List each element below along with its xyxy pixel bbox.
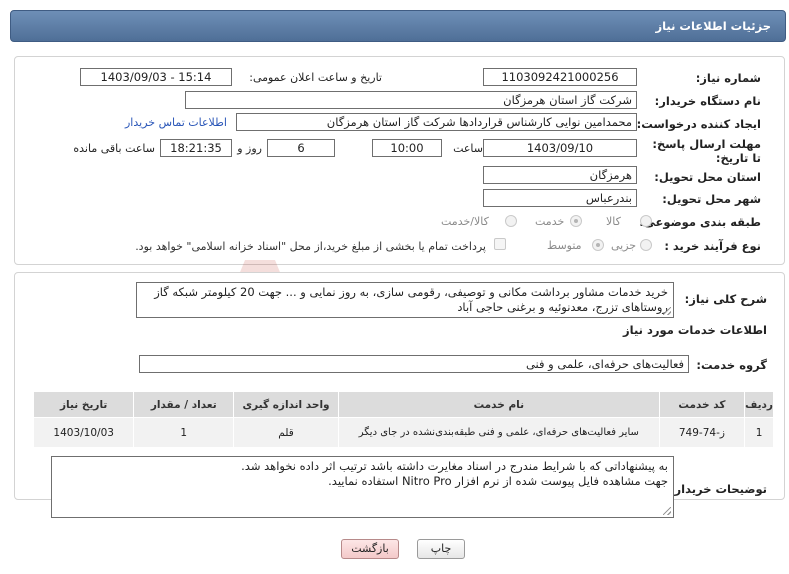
announce-date-label: تاریخ و ساعت اعلان عمومی: [249, 71, 382, 84]
buyer-contact-link[interactable]: اطلاعات تماس خریدار [125, 116, 227, 129]
cell-unit: قلم [233, 417, 339, 448]
buyer-notes-line-1: به پیشنهاداتی که با شرایط مندرج در اسناد… [241, 459, 668, 473]
days-remaining-field: 6 [267, 139, 335, 157]
process-minor-label: جزیی [611, 239, 637, 252]
category-service-radio[interactable] [570, 215, 582, 227]
buyer-org-label: نام دستگاه خریدار: [654, 94, 761, 108]
col-need-date: تاریخ نیاز [32, 391, 135, 418]
deadline-time-field: 10:00 [372, 139, 442, 157]
resize-handle-icon[interactable] [663, 307, 671, 315]
buyer-notes-line-2: جهت مشاهده فایل پیوست شده از نرم افزار N… [328, 474, 668, 488]
category-goods-service-radio[interactable] [505, 215, 517, 227]
table-row: 1403/10/03 1 قلم سایر فعالیت‌های حرفه‌ای… [32, 417, 774, 448]
process-type-label: نوع فرآیند خرید : [664, 239, 761, 253]
buyer-org-field: شرکت گاز استان هرمزگان [185, 91, 637, 109]
deadline-label: مهلت ارسال پاسخ: تا تاریخ: [652, 137, 761, 165]
category-goods-label: کالا [606, 215, 621, 228]
buyer-notes-label: توضیحات خریدار: [669, 482, 767, 496]
deadline-time-label: ساعت [453, 142, 483, 155]
process-minor-radio[interactable] [640, 239, 652, 251]
services-section-title: اطلاعات خدمات مورد نیاز [623, 323, 767, 337]
summary-text-content: خرید خدمات مشاور برداشت مکانی و توصیفی، … [154, 285, 668, 314]
service-group-label: گروه خدمت: [696, 358, 767, 372]
service-group-field: فعالیت‌های حرفه‌ای، علمی و فنی [139, 355, 689, 373]
city-field: بندرعباس [483, 189, 637, 207]
need-number-label: شماره نیاز: [695, 71, 761, 85]
services-table: تاریخ نیاز تعداد / مقدار واحد اندازه گیر… [32, 391, 774, 448]
services-table-header: تاریخ نیاز تعداد / مقدار واحد اندازه گیر… [32, 391, 774, 418]
city-label: شهر محل تحویل: [662, 192, 761, 206]
summary-label: شرح کلی نیاز: [684, 292, 767, 306]
cell-row-number: 1 [744, 417, 774, 448]
category-goods-service-label: کالا/خدمت [441, 215, 489, 228]
category-label: طبقه بندی موضوعی: [639, 215, 761, 229]
creator-label: ایجاد کننده درخواست: [636, 117, 761, 131]
process-medium-label: متوسط [547, 239, 582, 252]
cell-quantity: 1 [133, 417, 235, 448]
province-label: استان محل تحویل: [654, 170, 761, 184]
province-field: هرمزگان [483, 166, 637, 184]
print-button[interactable]: چاپ [417, 539, 465, 559]
category-service-label: خدمت [535, 215, 565, 228]
page-header: جزئیات اطلاعات نیاز [10, 10, 786, 42]
col-service-name: نام خدمت [337, 391, 660, 418]
cell-need-date: 1403/10/03 [32, 417, 135, 448]
cell-service-code: ز-74-749 [658, 417, 746, 448]
process-medium-radio[interactable] [592, 239, 604, 251]
col-service-code: کد خدمت [658, 391, 746, 418]
deadline-date-field: 1403/09/10 [483, 139, 637, 157]
category-goods-radio[interactable] [640, 215, 652, 227]
summary-text: خرید خدمات مشاور برداشت مکانی و توصیفی، … [136, 282, 674, 318]
payment-note: پرداخت تمام یا بخشی از مبلغ خرید،از محل … [135, 240, 486, 253]
treasury-payment-checkbox[interactable] [494, 238, 506, 250]
days-label: روز و [237, 142, 262, 155]
need-number-field: 1103092421000256 [483, 68, 637, 86]
back-button[interactable]: بازگشت [341, 539, 399, 559]
buyer-notes-text: به پیشنهاداتی که با شرایط مندرج در اسناد… [51, 456, 674, 518]
remaining-time-field: 18:21:35 [160, 139, 232, 157]
creator-field: محمدامین نوایی کارشناس قراردادها شرکت گا… [236, 113, 637, 131]
announce-date-field: 1403/09/03 - 15:14 [80, 68, 232, 86]
remaining-time-label: ساعت باقی مانده [73, 142, 155, 155]
cell-service-name: سایر فعالیت‌های حرفه‌ای، علمی و فنی طبقه… [337, 417, 660, 448]
col-unit: واحد اندازه گیری [233, 391, 339, 418]
col-quantity: تعداد / مقدار [133, 391, 235, 418]
resize-handle-icon[interactable] [663, 507, 671, 515]
col-row-number: ردیف [744, 391, 774, 418]
page-title: جزئیات اطلاعات نیاز [655, 19, 771, 33]
